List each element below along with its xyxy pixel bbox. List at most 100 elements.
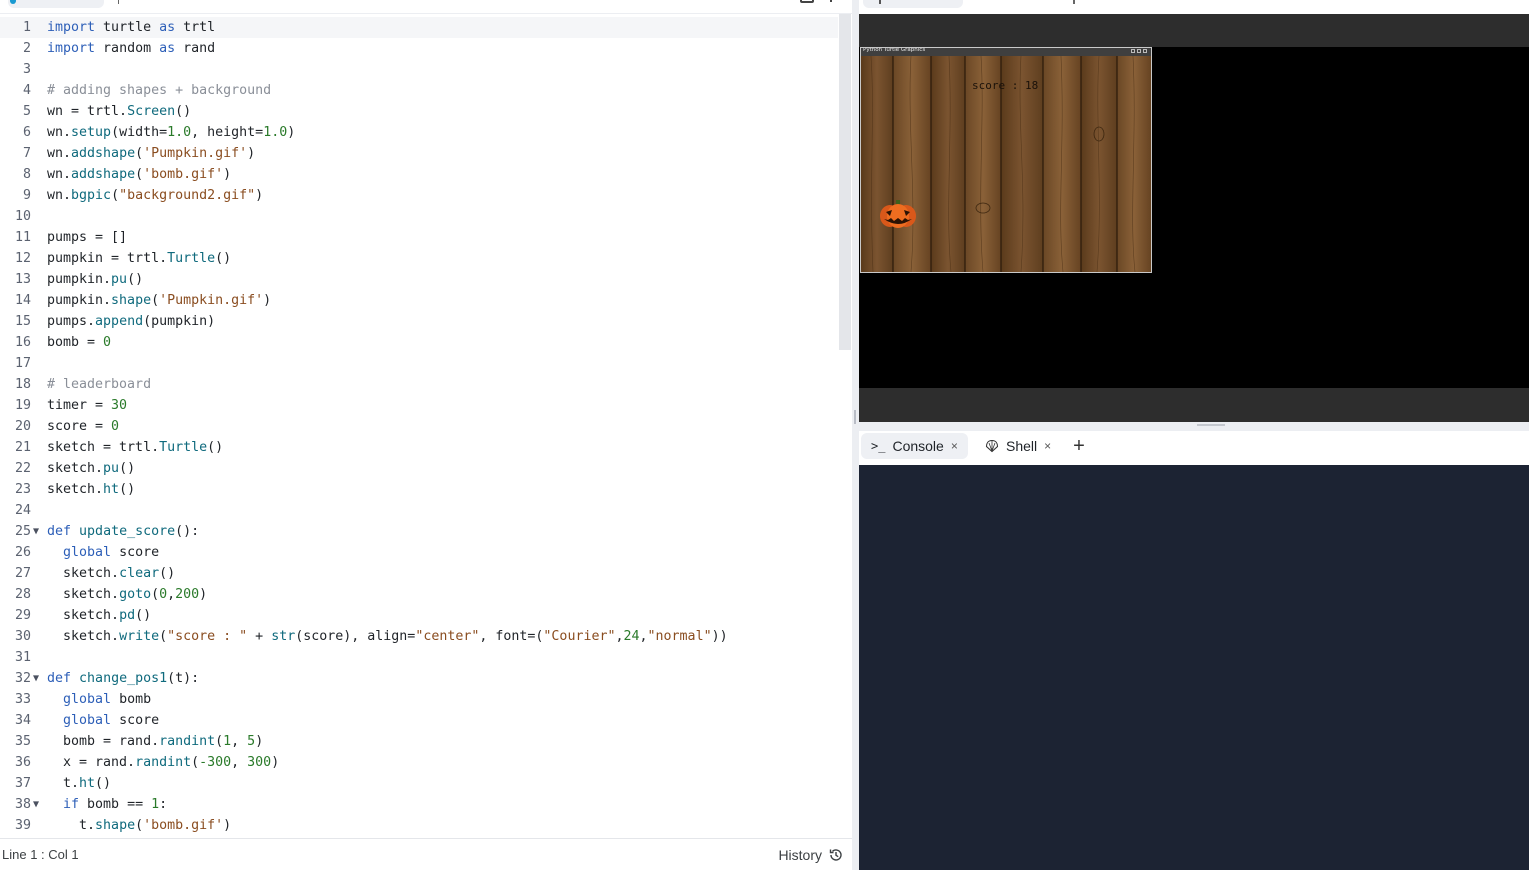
output-tab-bar <box>859 0 1529 14</box>
line-number: 36 <box>14 755 31 770</box>
fold-arrow-icon[interactable]: ▼ <box>33 668 43 689</box>
code-line[interactable]: 21 sketch = trtl.Turtle() <box>0 437 838 458</box>
code-line[interactable]: 2 import random as rand <box>0 38 838 59</box>
code-line[interactable]: 11 pumps = [] <box>0 227 838 248</box>
tab-shell-label: Shell <box>1006 438 1038 454</box>
code-editor[interactable]: 1 import turtle as trtl 2 import random as … <box>0 0 852 870</box>
code-line[interactable]: 1 import turtle as trtl <box>0 17 838 38</box>
code-line[interactable]: 5 wn = trtl.Screen() <box>0 101 838 122</box>
code-text: wn = trtl.Screen() <box>47 104 192 119</box>
code-line[interactable]: 27 sketch.clear() <box>0 563 838 584</box>
tab-console[interactable]: >_ Console × <box>861 433 968 459</box>
code-line[interactable]: 36 x = rand.randint(-300, 300) <box>0 752 838 773</box>
pane-divider-grip[interactable] <box>854 410 856 424</box>
line-number: 6 <box>22 125 31 140</box>
line-number: 15 <box>14 314 31 329</box>
code-line[interactable]: 7 wn.addshape('Pumpkin.gif') <box>0 143 838 164</box>
code-line[interactable]: 31 <box>0 647 838 668</box>
line-number: 22 <box>14 461 31 476</box>
line-number: 3 <box>22 62 31 77</box>
editor-file-tab[interactable] <box>8 0 104 8</box>
code-line[interactable]: 24 <box>0 500 838 521</box>
code-line[interactable]: 39 t.shape('bomb.gif') <box>0 815 838 836</box>
terminal-prompt-icon: >_ <box>871 439 886 453</box>
code-line[interactable]: 28 sketch.goto(0,200) <box>0 584 838 605</box>
maximize-icon[interactable] <box>1137 49 1141 53</box>
code-text: bomb = rand.randint(1, 5) <box>47 734 264 749</box>
split-view-icon[interactable] <box>800 0 814 3</box>
line-number: 7 <box>22 146 31 161</box>
pumpkin-sprite[interactable] <box>878 199 918 229</box>
code-line[interactable]: 13 pumpkin.pu() <box>0 269 838 290</box>
code-line[interactable]: 33 global bomb <box>0 689 838 710</box>
code-line[interactable]: 23 sketch.ht() <box>0 479 838 500</box>
turtle-graphics-window[interactable]: Python Turtle Graphics score: 18 <box>860 47 1152 273</box>
code-text: def update_score(): <box>47 524 200 539</box>
more-options-icon[interactable] <box>830 0 832 2</box>
console-resizer[interactable] <box>859 422 1529 431</box>
resizer-grip[interactable] <box>1197 424 1225 426</box>
console-output[interactable] <box>859 465 1529 870</box>
code-text: def change_pos1(t): <box>47 671 200 686</box>
history-label: History <box>778 847 822 863</box>
tab-separator <box>118 0 119 4</box>
code-text: wn.addshape('bomb.gif') <box>47 167 232 182</box>
code-line[interactable]: 29 sketch.pd() <box>0 605 838 626</box>
code-line[interactable]: 16 bomb = 0 <box>0 332 838 353</box>
code-line[interactable]: 18 # leaderboard <box>0 374 838 395</box>
replit-workspace: 1 import turtle as trtl 2 import random as … <box>0 0 1529 870</box>
code-line[interactable]: 8 wn.addshape('bomb.gif') <box>0 164 838 185</box>
fold-arrow-icon[interactable]: ▼ <box>33 794 43 815</box>
line-number: 38 <box>14 797 31 812</box>
code-text: global score <box>63 713 160 728</box>
pane-divider[interactable] <box>852 0 859 870</box>
line-number: 34 <box>14 713 31 728</box>
code-line[interactable]: 14 pumpkin.shape('Pumpkin.gif') <box>0 290 838 311</box>
code-lines[interactable]: 1 import turtle as trtl 2 import random as … <box>0 17 838 837</box>
code-line[interactable]: 17 <box>0 353 838 374</box>
line-number: 28 <box>14 587 31 602</box>
vnc-canvas[interactable]: Python Turtle Graphics score: 18 <box>859 47 1529 388</box>
code-line[interactable]: 20 score = 0 <box>0 416 838 437</box>
cursor-position[interactable]: Line 1 : Col 1 <box>2 847 79 862</box>
history-button[interactable]: History <box>778 845 844 865</box>
minimize-icon[interactable] <box>1131 49 1135 53</box>
tab-shell[interactable]: Shell × <box>975 433 1061 459</box>
code-line[interactable]: 34 global score <box>0 710 838 731</box>
line-number: 31 <box>14 650 31 665</box>
turtle-window-titlebar[interactable]: Python Turtle Graphics <box>861 48 1151 56</box>
code-line[interactable]: 12 pumpkin = trtl.Turtle() <box>0 248 838 269</box>
code-line[interactable]: 26 global score <box>0 542 838 563</box>
code-text: sketch = trtl.Turtle() <box>47 440 224 455</box>
code-line[interactable]: 38 ▼ if bomb == 1: <box>0 794 838 815</box>
line-number: 39 <box>14 818 31 833</box>
code-line[interactable]: 15 pumps.append(pumpkin) <box>0 311 838 332</box>
code-line[interactable]: 37 t.ht() <box>0 773 838 794</box>
close-tab-icon[interactable]: × <box>1044 439 1051 453</box>
line-number: 16 <box>14 335 31 350</box>
line-number: 13 <box>14 272 31 287</box>
editor-scrollbar[interactable] <box>839 14 851 350</box>
code-line[interactable]: 4 # adding shapes + background <box>0 80 838 101</box>
code-line[interactable]: 10 <box>0 206 838 227</box>
code-text: timer = 30 <box>47 398 128 413</box>
close-tab-icon[interactable]: × <box>951 439 958 453</box>
code-line[interactable]: 32 ▼ def change_pos1(t): <box>0 668 838 689</box>
line-number: 4 <box>22 83 31 98</box>
code-text: import random as rand <box>47 41 216 56</box>
code-line[interactable]: 6 wn.setup(width=1.0, height=1.0) <box>0 122 838 143</box>
code-line[interactable]: 35 bomb = rand.randint(1, 5) <box>0 731 838 752</box>
code-line[interactable]: 9 wn.bgpic("background2.gif") <box>0 185 838 206</box>
code-line[interactable]: 25 ▼ def update_score(): <box>0 521 838 542</box>
output-tab[interactable] <box>863 0 963 8</box>
code-line[interactable]: 30 sketch.write("score : " + str(score),… <box>0 626 838 647</box>
fold-arrow-icon[interactable]: ▼ <box>33 521 43 542</box>
code-line[interactable]: 22 sketch.pu() <box>0 458 838 479</box>
code-line[interactable]: 19 timer = 30 <box>0 395 838 416</box>
output-pane: Python Turtle Graphics score: 18 <box>859 0 1529 422</box>
output-bottom-bar <box>859 388 1529 422</box>
close-icon[interactable] <box>1143 49 1147 53</box>
add-tab-button[interactable]: + <box>1071 435 1087 457</box>
history-icon <box>829 849 842 861</box>
code-line[interactable]: 3 <box>0 59 838 80</box>
